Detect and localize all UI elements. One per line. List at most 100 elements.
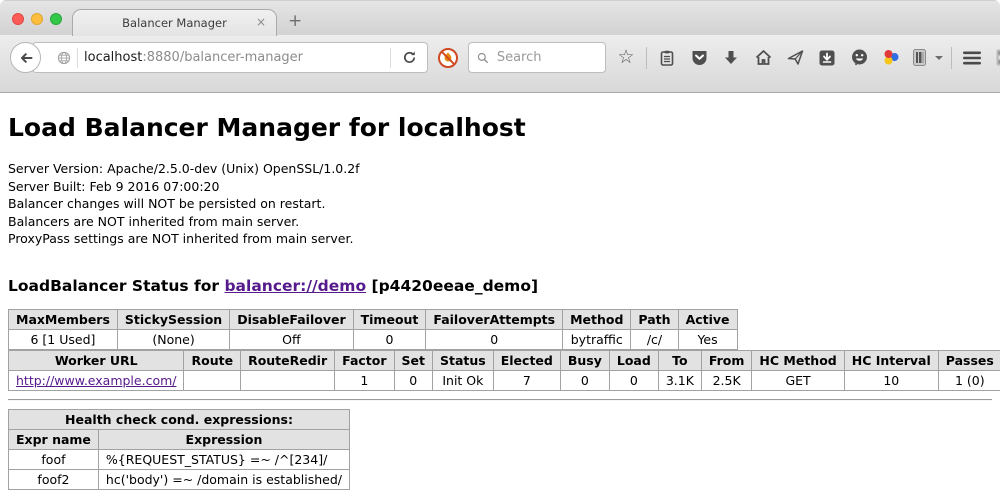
dropdown-caret-icon[interactable] bbox=[935, 56, 943, 60]
health-table-header-row: Expr name Expression bbox=[9, 429, 350, 449]
home-icon bbox=[754, 48, 773, 67]
cell-routeredir bbox=[241, 370, 335, 390]
tab-title: Balancer Manager bbox=[122, 16, 227, 30]
balancer-table-data-row: 6 [1 Used] (None) Off 0 0 bytraffic /c/ … bbox=[9, 329, 738, 349]
cell-expr-name: foof bbox=[9, 449, 99, 469]
extension-button[interactable] bbox=[992, 42, 1000, 73]
reload-button[interactable] bbox=[397, 46, 421, 70]
col-active: Active bbox=[678, 309, 737, 329]
col-maxmembers: MaxMembers bbox=[9, 309, 118, 329]
persist-notice-line: Balancer changes will NOT be persisted o… bbox=[8, 195, 992, 213]
search-icon bbox=[477, 51, 489, 65]
pocket-button[interactable] bbox=[687, 42, 711, 73]
balancer-settings-table: MaxMembers StickySession DisableFailover… bbox=[8, 309, 738, 350]
col-worker-url: Worker URL bbox=[9, 350, 184, 370]
cell-route bbox=[184, 370, 241, 390]
col-disablefailover: DisableFailover bbox=[230, 309, 353, 329]
colorful-extension-button[interactable] bbox=[879, 42, 903, 73]
col-route: Route bbox=[184, 350, 241, 370]
balancer-demo-link[interactable]: balancer://demo bbox=[224, 277, 366, 295]
cell-passes: 1 (0) bbox=[938, 370, 1000, 390]
download-helper-button[interactable] bbox=[815, 42, 839, 73]
download-box-icon bbox=[818, 49, 836, 67]
col-to: To bbox=[658, 350, 701, 370]
home-button[interactable] bbox=[751, 42, 775, 73]
url-input[interactable]: localhost:8880/balancer-manager bbox=[84, 50, 384, 65]
send-tab-button[interactable] bbox=[783, 42, 807, 73]
globe-icon bbox=[57, 51, 71, 65]
cell-method: bytraffic bbox=[563, 329, 631, 349]
cell-from: 2.5K bbox=[701, 370, 752, 390]
block-plugin-button[interactable] bbox=[436, 42, 460, 73]
balancers-notice-line: Balancers are NOT inherited from main se… bbox=[8, 213, 992, 231]
worker-table: Worker URL Route RouteRedir Factor Set S… bbox=[8, 350, 1000, 391]
section-divider bbox=[8, 399, 992, 401]
col-hc-method: HC Method bbox=[752, 350, 844, 370]
col-elected: Elected bbox=[493, 350, 560, 370]
reading-list-icon bbox=[658, 49, 676, 67]
url-path: :8880/balancer-manager bbox=[142, 50, 303, 65]
feedback-button[interactable] bbox=[847, 42, 871, 73]
col-hc-interval: HC Interval bbox=[844, 350, 938, 370]
minimize-window-button[interactable] bbox=[31, 13, 43, 25]
urlbar-divider bbox=[390, 48, 391, 68]
page-content: Load Balancer Manager for localhost Serv… bbox=[0, 93, 1000, 491]
cell-factor: 1 bbox=[335, 370, 394, 390]
page-title: Load Balancer Manager for localhost bbox=[8, 113, 992, 142]
extension-grid-icon bbox=[995, 48, 1000, 67]
col-from: From bbox=[701, 350, 752, 370]
tab-balancer-manager[interactable]: Balancer Manager × bbox=[72, 9, 277, 36]
proxypass-notice-line: ProxyPass settings are NOT inherited fro… bbox=[8, 230, 992, 248]
col-busy: Busy bbox=[560, 350, 609, 370]
search-input[interactable] bbox=[495, 49, 597, 66]
server-version-line: Server Version: Apache/2.5.0-dev (Unix) … bbox=[8, 160, 992, 178]
cell-maxmembers: 6 [1 Used] bbox=[9, 329, 118, 349]
container-button[interactable] bbox=[911, 42, 927, 73]
worker-url-link[interactable]: http://www.example.com/ bbox=[16, 373, 176, 388]
bookmark-button[interactable]: ☆ bbox=[614, 42, 638, 73]
back-icon bbox=[18, 50, 34, 66]
cell-active: Yes bbox=[678, 329, 737, 349]
bookmark-star-icon: ☆ bbox=[617, 48, 634, 67]
pocket-icon bbox=[690, 48, 709, 67]
block-flash-icon bbox=[437, 47, 459, 69]
col-routeredir: RouteRedir bbox=[241, 350, 335, 370]
worker-table-data-row: http://www.example.com/ 1 0 Init Ok 7 0 … bbox=[9, 370, 1000, 390]
new-tab-button[interactable]: + bbox=[288, 13, 302, 30]
cell-busy: 0 bbox=[560, 370, 609, 390]
col-failoverattempts: FailoverAttempts bbox=[426, 309, 563, 329]
col-load: Load bbox=[609, 350, 658, 370]
cell-hc-method: GET bbox=[752, 370, 844, 390]
cell-failoverattempts: 0 bbox=[426, 329, 563, 349]
reading-list-button[interactable] bbox=[655, 42, 679, 73]
traffic-lights bbox=[12, 13, 62, 25]
colored-dots-icon bbox=[882, 48, 901, 67]
url-domain: localhost bbox=[84, 50, 142, 65]
cell-path: /c/ bbox=[631, 329, 678, 349]
url-bar[interactable]: localhost:8880/balancer-manager bbox=[32, 42, 428, 73]
menu-button[interactable] bbox=[960, 42, 984, 73]
zoom-window-button[interactable] bbox=[50, 13, 62, 25]
col-expression: Expression bbox=[98, 429, 349, 449]
cell-stickysession: (None) bbox=[117, 329, 229, 349]
cell-elected: 7 bbox=[493, 370, 560, 390]
server-built-line: Server Built: Feb 9 2016 07:00:20 bbox=[8, 178, 992, 196]
back-button[interactable] bbox=[10, 42, 41, 73]
cell-status: Init Ok bbox=[433, 370, 494, 390]
downloads-button[interactable] bbox=[719, 42, 743, 73]
reload-icon bbox=[402, 50, 417, 65]
cell-hc-interval: 10 bbox=[844, 370, 938, 390]
tab-close-icon[interactable]: × bbox=[256, 16, 266, 28]
emoji-icon bbox=[850, 48, 869, 67]
tab-bar: Balancer Manager × + bbox=[0, 0, 1000, 35]
col-factor: Factor bbox=[335, 350, 394, 370]
send-icon bbox=[786, 48, 805, 67]
toolbar-divider bbox=[646, 47, 647, 69]
col-method: Method bbox=[563, 309, 631, 329]
close-window-button[interactable] bbox=[12, 13, 24, 25]
col-expr-name: Expr name bbox=[9, 429, 99, 449]
health-table-row-foof2: foof2 hc('body') =~ /domain is establish… bbox=[9, 469, 350, 489]
menu-hamburger-icon bbox=[962, 50, 982, 66]
search-bar[interactable] bbox=[468, 42, 606, 73]
health-check-table: Health check cond. expressions: Expr nam… bbox=[8, 409, 350, 490]
